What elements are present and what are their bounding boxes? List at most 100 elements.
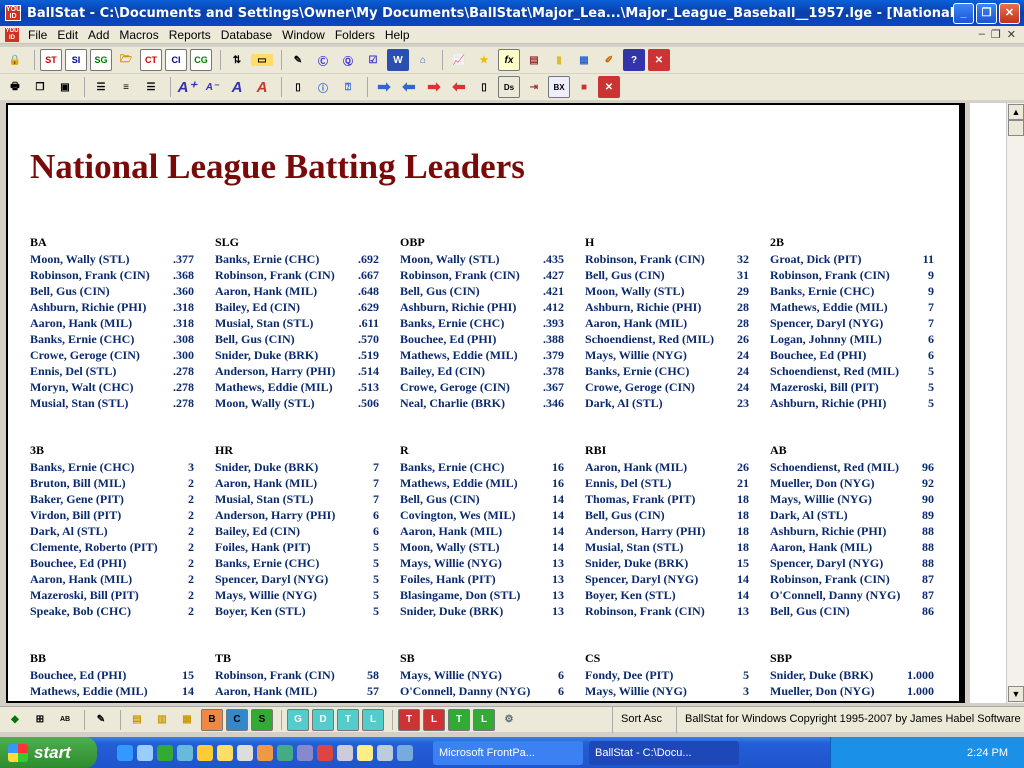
scroll-down-icon[interactable]: ▼ — [1008, 686, 1024, 702]
globe-icon[interactable] — [277, 744, 293, 761]
import-icon[interactable]: ⇥ — [523, 76, 545, 98]
taskbar-frontpage[interactable]: Microsoft FrontPa... — [433, 740, 583, 765]
ruler-icon[interactable]: ▭ — [251, 54, 273, 66]
align-left-icon[interactable]: ☰ — [90, 76, 112, 98]
start-button[interactable]: start — [0, 737, 97, 768]
scroll-up-icon[interactable]: ▲ — [1008, 104, 1024, 120]
b-button-icon[interactable]: B — [201, 708, 223, 731]
disk-icon[interactable] — [337, 744, 353, 761]
arrow-right-blue-icon[interactable]: ➡ — [373, 76, 395, 98]
help-icon[interactable]: ? — [623, 49, 645, 71]
orb-icon[interactable] — [297, 744, 313, 761]
grid-icon[interactable]: ▦ — [573, 49, 595, 71]
cg-button[interactable]: CG — [190, 49, 212, 71]
browser-icon[interactable] — [177, 744, 193, 761]
arrow-right-red-icon[interactable]: ➡ — [423, 76, 445, 98]
info-icon[interactable]: ⓘ — [312, 76, 334, 98]
paste-icon[interactable]: ▣ — [54, 76, 76, 98]
l-button-red-icon[interactable]: L — [423, 708, 445, 731]
menu-window[interactable]: Window — [277, 28, 330, 42]
ds-icon[interactable]: Ds — [498, 76, 520, 98]
ct-button[interactable]: CT — [140, 49, 162, 71]
player-icon[interactable] — [397, 744, 413, 761]
lock-icon[interactable]: 🔒 — [4, 49, 26, 71]
sg-button[interactable]: SG — [90, 49, 112, 71]
green-arrow-icon[interactable]: ◆ — [4, 709, 26, 731]
note-icon[interactable]: ▥ — [151, 709, 173, 731]
edit-icon[interactable]: ✎ — [287, 49, 309, 71]
folder-quick-icon[interactable] — [217, 744, 233, 761]
sort-icon[interactable]: ⇅ — [226, 49, 248, 71]
sort-asc-button[interactable]: Sort Asc — [612, 707, 670, 733]
list-icon[interactable]: ▦ — [176, 709, 198, 731]
star-icon[interactable]: ★ — [473, 49, 495, 71]
g-button-icon[interactable]: G — [287, 708, 309, 731]
mdi-close-button[interactable]: ✕ — [1007, 28, 1016, 41]
menu-edit[interactable]: Edit — [52, 28, 83, 42]
function-icon[interactable]: fx — [498, 49, 520, 71]
mdi-minimize-button[interactable]: – — [979, 28, 985, 41]
media-icon[interactable] — [197, 744, 213, 761]
ie-icon[interactable] — [117, 744, 133, 761]
app-quick-icon[interactable] — [257, 744, 273, 761]
chart-icon[interactable]: 📈 — [448, 49, 470, 71]
mail-icon[interactable] — [357, 744, 373, 761]
menu-macros[interactable]: Macros — [114, 28, 163, 42]
spell-icon[interactable]: AB — [54, 709, 76, 731]
menu-reports[interactable]: Reports — [164, 28, 216, 42]
exit-icon[interactable]: ✕ — [648, 49, 670, 71]
menu-file[interactable]: File — [23, 28, 52, 42]
restore-button[interactable]: ❐ — [976, 2, 997, 24]
t-button-green-icon[interactable]: T — [448, 708, 470, 731]
l-button-green-icon[interactable]: L — [473, 708, 495, 731]
si-button[interactable]: SI — [65, 49, 87, 71]
l-button-blue-icon[interactable]: L — [362, 708, 384, 731]
page-icon[interactable]: ▯ — [287, 76, 309, 98]
align-center-icon[interactable]: ≡ — [115, 76, 137, 98]
font-red-icon[interactable]: A — [251, 76, 273, 98]
app-icon[interactable]: YOU ID — [5, 5, 21, 21]
taskbar-ballstat[interactable]: BallStat - C:\Docu... — [589, 740, 739, 765]
home-icon[interactable]: ⌂ — [412, 49, 434, 71]
arrow-left-red-icon[interactable]: ⬅ — [448, 76, 470, 98]
align-right-icon[interactable]: ☰ — [140, 76, 162, 98]
check-form-icon[interactable]: ☑ — [362, 49, 384, 71]
clock[interactable]: 2:24 PM — [967, 747, 1008, 759]
explorer-icon[interactable] — [137, 744, 153, 761]
font-larger-icon[interactable]: A⁺ — [176, 76, 198, 98]
t-button-red-icon[interactable]: T — [398, 708, 420, 731]
menu-database[interactable]: Database — [216, 28, 277, 42]
menu-help[interactable]: Help — [380, 28, 415, 42]
cancel-icon[interactable]: ✕ — [598, 76, 620, 98]
paint-icon[interactable]: ✐ — [598, 49, 620, 71]
window-switch-icon[interactable] — [377, 744, 393, 761]
d-button-icon[interactable]: D — [312, 708, 334, 731]
folder-icon[interactable]: ▮ — [548, 49, 570, 71]
font-blue-icon[interactable]: A — [226, 76, 248, 98]
close-button[interactable]: ✕ — [999, 2, 1020, 24]
folder-open-icon[interactable]: 🗁 — [115, 49, 137, 71]
bx-icon[interactable]: BX — [548, 76, 570, 98]
settings-icon[interactable]: ⚙ — [498, 709, 520, 731]
word-icon[interactable]: W — [387, 49, 409, 71]
ci-button[interactable]: CI — [165, 49, 187, 71]
print-icon[interactable]: 🖶 — [4, 76, 26, 98]
stop-icon[interactable]: ■ — [573, 76, 595, 98]
window-titlebar[interactable]: YOU ID BallStat - C:\Documents and Settin… — [0, 0, 1024, 26]
s-button-icon[interactable]: S — [251, 708, 273, 731]
c-button-icon[interactable]: C — [226, 708, 248, 731]
report-document[interactable]: National League Batting Leaders BA Moon, … — [6, 103, 965, 703]
clipboard-icon[interactable]: ▤ — [126, 709, 148, 731]
mdi-restore-button[interactable]: ❐ — [991, 28, 1001, 41]
document-icon[interactable]: ▯ — [473, 76, 495, 98]
minimize-button[interactable]: _ — [953, 2, 974, 24]
tree-icon[interactable]: ⊞ — [29, 709, 51, 731]
vertical-scrollbar[interactable]: ▲ ▼ — [1006, 103, 1024, 703]
query-icon[interactable]: Ⓠ — [337, 49, 359, 71]
question-icon[interactable]: ⍰ — [337, 76, 359, 98]
pencil-icon[interactable]: ✎ — [90, 709, 112, 731]
green-app-icon[interactable] — [157, 744, 173, 761]
document-icon[interactable]: YOU ID — [5, 27, 19, 42]
red-app-icon[interactable] — [317, 744, 333, 761]
scroll-thumb[interactable] — [1008, 120, 1024, 136]
